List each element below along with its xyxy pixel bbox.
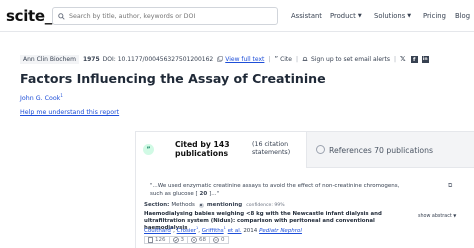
et-al-link[interactable]: et al. (228, 228, 242, 234)
divider: | (295, 55, 299, 63)
bell-icon (302, 56, 308, 61)
cited-by-label: Cited by 143 publications (175, 140, 230, 158)
author-link[interactable]: John G. Cook1 (20, 93, 63, 102)
classification-label: mentioning (206, 202, 243, 208)
view-full-text-link[interactable]: View full text (225, 56, 264, 63)
chevron-down-icon: ▼ (357, 13, 362, 19)
chevron-down-icon: ▼ (407, 13, 412, 19)
divider: | (268, 55, 271, 63)
author-affiliation: 1 (170, 226, 174, 230)
citation-quote: "...We used enzymatic creatinine assays … (150, 182, 400, 198)
citing-paper-year: 2014 (243, 227, 258, 234)
quote-reference[interactable]: 20 (198, 191, 209, 197)
facebook-icon[interactable]: f (410, 55, 418, 63)
nav-pricing[interactable]: Pricing (423, 12, 446, 20)
nav-blog[interactable]: Blog (455, 12, 470, 20)
search-input[interactable] (69, 12, 269, 20)
stat-supporting-value: 3 (180, 237, 185, 243)
nav-solutions-label: Solutions (374, 12, 406, 20)
search-icon (58, 12, 65, 20)
help-understand-link[interactable]: Help me understand this report (20, 109, 119, 116)
contrasting-icon (213, 237, 219, 243)
author-affiliation: 1 (223, 226, 226, 230)
section-label: Section: (144, 202, 170, 208)
nav-product-label: Product (330, 12, 356, 20)
stat-contrasting[interactable]: 0 (210, 236, 229, 244)
stat-mentioning[interactable]: 68 (188, 236, 210, 244)
author-affiliation: 1 (60, 93, 63, 98)
citation-stats: 126 3 68 0 (144, 236, 229, 244)
confidence-value: confidence: 99% (246, 202, 285, 208)
nav-product[interactable]: Product ▼ (330, 12, 362, 20)
author-name: John G. Cook (20, 95, 61, 103)
publication-year: 1975 (82, 55, 100, 63)
email-alerts-link[interactable]: Sign up to set email alerts (311, 56, 390, 63)
tab-cited-by[interactable]: ” Cited by 143 publications (16 citation… (136, 132, 306, 168)
quote-text-pre: "...We used enzymatic creatinine assays … (150, 183, 400, 197)
citation-section-row: Section: Methods mentioning confidence: … (144, 202, 285, 208)
tab-references[interactable]: References 70 publications (306, 132, 474, 168)
show-abstract-button[interactable]: show abstract ▼ (418, 213, 456, 219)
stat-supporting[interactable]: 3 (169, 236, 188, 244)
stat-contrasting-value: 0 (221, 237, 225, 243)
quote-icon: ” (274, 55, 279, 63)
quote-icon: ” (143, 144, 154, 155)
copy-icon[interactable] (217, 56, 223, 62)
show-abstract-label: show abstract (418, 214, 452, 219)
chevron-down-icon: ▼ (453, 213, 457, 218)
search-box[interactable] (52, 7, 278, 25)
citation-card: "...We used enzymatic creatinine assays … (141, 176, 471, 248)
citing-paper-authors: Coulthard1, Crosier1, Griffiths1 et al. … (144, 226, 302, 234)
cite-button[interactable]: Cite (280, 56, 292, 63)
author-link[interactable]: Crosier (177, 228, 196, 234)
references-icon (316, 145, 325, 154)
divider: | (393, 55, 397, 63)
nav-assistant[interactable]: Assistant (291, 12, 322, 20)
document-icon (148, 237, 153, 243)
scite-logo[interactable]: scite_ (6, 7, 52, 25)
journal-name: Ann Clin Biochem (20, 54, 79, 64)
linkedin-icon[interactable]: in (421, 55, 429, 63)
author-affiliation: 1 (196, 226, 199, 230)
citing-paper-journal[interactable]: Pediatr Nephrol (259, 228, 302, 234)
quote-text-post: ]..." (209, 191, 220, 197)
top-navigation: scite_ Assistant Product▼ Solutions▼ Pri… (0, 0, 474, 32)
copy-citation-icon[interactable]: ⧉ (448, 182, 452, 190)
stat-mentioning-value: 68 (199, 237, 206, 243)
mentioning-icon (191, 237, 197, 243)
doi: DOI: 10.1177/000456327501200162 (102, 55, 214, 63)
page-title: Factors Influencing the Assay of Creatin… (20, 71, 326, 86)
citation-statements-count: (16 citation statements) (252, 141, 291, 156)
mentioning-icon (198, 202, 204, 208)
twitter-icon[interactable]: 𝕏 (400, 55, 406, 63)
stat-total[interactable]: 126 (144, 236, 170, 244)
author-link[interactable]: Griffiths (202, 228, 224, 234)
stat-total-value: 126 (155, 237, 166, 243)
section-value: Methods (171, 202, 195, 208)
check-icon (172, 237, 179, 243)
references-label: References 70 publications (329, 146, 433, 155)
citations-panel: ” Cited by 143 publications (16 citation… (135, 131, 474, 248)
nav-solutions[interactable]: Solutions ▼ (374, 12, 411, 20)
author-link[interactable]: Coulthard (144, 228, 171, 234)
paper-meta-bar: Ann Clin Biochem 1975 DOI: 10.1177/00045… (20, 54, 429, 64)
